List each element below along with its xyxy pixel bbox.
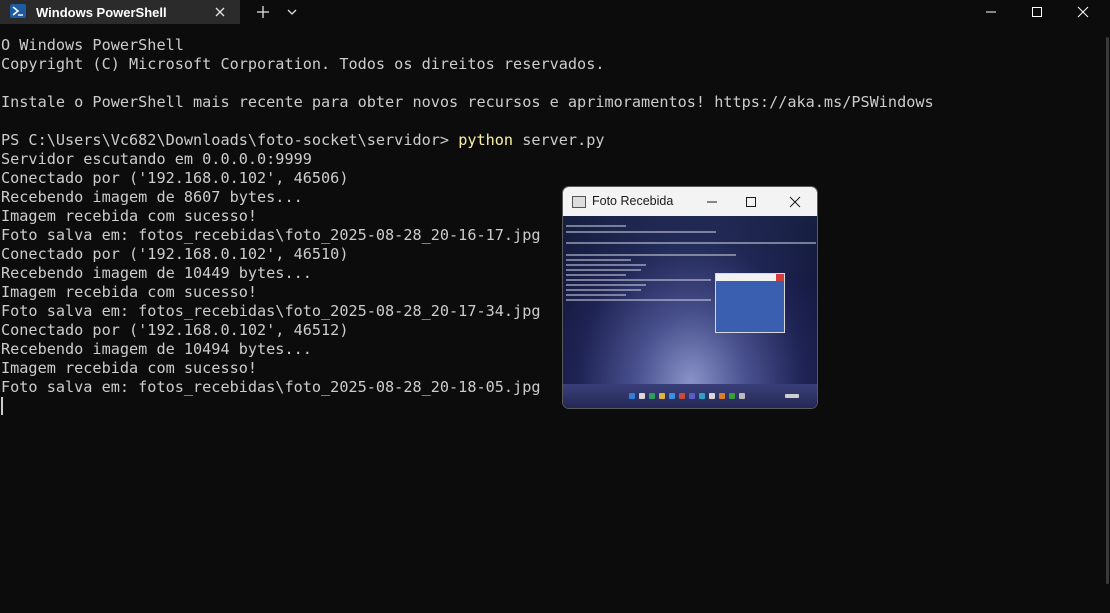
terminal-output[interactable]: O Windows PowerShell Copyright (C) Micros… xyxy=(1,36,1101,612)
powershell-icon xyxy=(10,4,26,18)
terminal-line: Foto salva em: fotos_recebidas\foto_2025… xyxy=(1,302,541,320)
photo-taskbar xyxy=(563,384,817,408)
chevron-down-icon[interactable] xyxy=(285,4,299,20)
image-window-minimize-button[interactable] xyxy=(692,187,732,216)
photo-mini-window xyxy=(715,273,785,333)
terminal-line: Instale o PowerShell mais recente para o… xyxy=(1,93,934,111)
close-tab-icon[interactable] xyxy=(212,4,228,20)
minimize-icon xyxy=(986,11,996,13)
terminal-line: Imagem recebida com sucesso! xyxy=(1,359,258,377)
terminal-line: Foto salva em: fotos_recebidas\foto_2025… xyxy=(1,226,541,244)
image-window[interactable]: Foto Recebida xyxy=(562,186,818,409)
close-icon xyxy=(789,196,801,208)
terminal-line: Copyright (C) Microsoft Corporation. Tod… xyxy=(1,55,605,73)
terminal-line: Conectado por ('192.168.0.102', 46512) xyxy=(1,321,349,339)
terminal-line: Recebendo imagem de 8607 bytes... xyxy=(1,188,303,206)
tab-title: Windows PowerShell xyxy=(36,5,167,20)
cursor-line[interactable] xyxy=(1,397,1101,416)
terminal-line: O Windows PowerShell xyxy=(1,36,184,54)
minimize-icon xyxy=(707,201,717,203)
close-icon xyxy=(1077,6,1089,18)
minimize-button[interactable] xyxy=(968,0,1014,24)
terminal-line: Servidor escutando em 0.0.0.0:9999 xyxy=(1,150,312,168)
prompt-text: PS C:\Users\Vc682\Downloads\foto-socket\… xyxy=(1,131,459,149)
command-text: python xyxy=(458,131,514,149)
close-button[interactable] xyxy=(1060,0,1106,24)
terminal-line: Conectado por ('192.168.0.102', 46510) xyxy=(1,245,349,263)
terminal-line: Imagem recebida com sucesso! xyxy=(1,207,258,225)
scrollbar-thumb[interactable] xyxy=(1106,37,1109,584)
tab-windows-powershell[interactable]: Windows PowerShell xyxy=(0,0,240,24)
maximize-icon xyxy=(1032,7,1042,17)
command-args: server.py xyxy=(513,131,605,149)
title-bar: Windows PowerShell xyxy=(0,0,1110,24)
image-window-app-icon xyxy=(572,196,586,208)
image-window-title-bar[interactable]: Foto Recebida xyxy=(563,187,817,216)
image-window-maximize-button[interactable] xyxy=(731,187,771,216)
terminal-line: Foto salva em: fotos_recebidas\foto_2025… xyxy=(1,378,541,396)
photo-screen-content xyxy=(563,216,817,386)
maximize-icon xyxy=(746,197,756,207)
received-photo xyxy=(563,216,817,408)
terminal-line: Conectado por ('192.168.0.102', 46506) xyxy=(1,169,349,187)
text-cursor xyxy=(1,397,3,415)
terminal-line: Recebendo imagem de 10494 bytes... xyxy=(1,340,312,358)
terminal-line: Imagem recebida com sucesso! xyxy=(1,283,258,301)
new-tab-icon[interactable] xyxy=(254,3,272,21)
image-window-close-button[interactable] xyxy=(775,187,815,216)
terminal-line: PS C:\Users\Vc682\Downloads\foto-socket\… xyxy=(1,131,1101,150)
maximize-button[interactable] xyxy=(1014,0,1060,24)
terminal-line: Recebendo imagem de 10449 bytes... xyxy=(1,264,312,282)
image-window-title: Foto Recebida xyxy=(592,194,674,208)
